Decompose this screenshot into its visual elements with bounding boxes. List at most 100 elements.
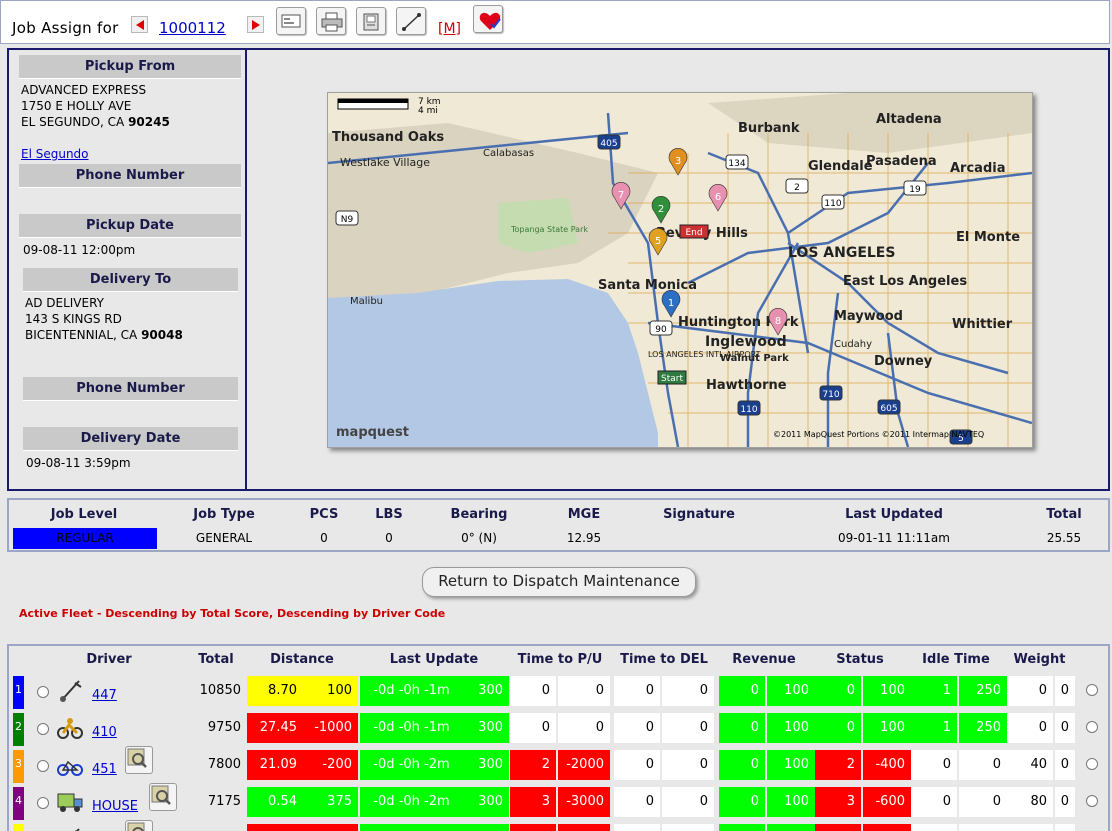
time-to-del-score: 0 bbox=[662, 750, 714, 780]
print-button[interactable] bbox=[316, 7, 346, 35]
idle-time-value: 1 bbox=[911, 713, 957, 743]
highway-shield: 110 bbox=[821, 194, 845, 210]
svg-text:1: 1 bbox=[668, 298, 674, 309]
svg-text:90: 90 bbox=[655, 325, 667, 335]
pickup-street: 1750 E HOLLY AVE bbox=[21, 99, 132, 113]
favorite-button[interactable] bbox=[473, 5, 503, 33]
svg-text:2: 2 bbox=[658, 204, 664, 215]
pickup-city-link[interactable]: El Segundo bbox=[21, 147, 89, 161]
next-job-button[interactable] bbox=[247, 16, 264, 33]
svg-text:405: 405 bbox=[600, 139, 617, 149]
job-number-link[interactable]: 1000112 bbox=[159, 19, 226, 37]
map-place-label: East Los Angeles bbox=[843, 274, 967, 289]
map-place-label: Calabasas bbox=[483, 148, 534, 159]
fleet-row[interactable]: 5448700031.99-1000-0d -0h -1m3002-200000… bbox=[9, 820, 1108, 831]
highway-shield: N9 bbox=[335, 210, 359, 226]
delivery-city: BICENTENNIAL, CA 90048 bbox=[25, 328, 183, 342]
distance-score: 375 bbox=[303, 787, 358, 817]
pickup-phone-heading: Phone Number bbox=[19, 164, 241, 188]
distance-value: 27.45 bbox=[247, 713, 303, 743]
route-line-icon bbox=[402, 13, 421, 31]
fax-button[interactable] bbox=[356, 7, 386, 35]
driver-map-button[interactable] bbox=[125, 820, 153, 831]
weight-value: 0 bbox=[1007, 713, 1053, 743]
map-scale-mi: 4 mi bbox=[418, 106, 438, 116]
map-place-label: Downey bbox=[874, 354, 933, 369]
fleet-row[interactable]: 4 HOUSE 7175 0.54 375 -0d -0h -2m 300 3 -3000 0 0 0… bbox=[9, 783, 1108, 820]
route-map[interactable]: 7 km 4 mi Thousand Oaks Westlake Village C… bbox=[327, 92, 1033, 448]
svg-text:2: 2 bbox=[794, 183, 800, 193]
map-marker[interactable]: End bbox=[679, 224, 709, 239]
highway-shield: 110 bbox=[737, 400, 761, 416]
driver-link[interactable]: 451 bbox=[92, 762, 117, 777]
map-place-label: Whittier bbox=[952, 317, 1013, 332]
revenue-value: 0 bbox=[719, 824, 765, 831]
highway-shield: 710 bbox=[819, 385, 843, 401]
select-driver-radio[interactable] bbox=[37, 760, 49, 772]
card-icon bbox=[281, 14, 301, 28]
idle-time-value: 1 bbox=[911, 676, 957, 706]
select-driver-radio-right[interactable] bbox=[1086, 721, 1098, 733]
bicycle-icon bbox=[57, 753, 83, 777]
select-driver-radio[interactable] bbox=[37, 797, 49, 809]
revenue-score: 100 bbox=[767, 676, 815, 706]
driver-link[interactable]: HOUSE bbox=[92, 799, 138, 814]
route-button[interactable] bbox=[396, 7, 426, 35]
status-score: -600 bbox=[863, 787, 911, 817]
svg-text:Start: Start bbox=[661, 374, 683, 384]
weight-value: 0 bbox=[1007, 824, 1053, 831]
driver-link[interactable]: 410 bbox=[92, 725, 117, 740]
job-level-value: REGULAR bbox=[13, 528, 157, 549]
pickup-heading: Pickup From bbox=[19, 55, 241, 79]
status-value: 2 bbox=[815, 824, 861, 831]
select-driver-radio-right[interactable] bbox=[1086, 795, 1098, 807]
lbs-value: 0 bbox=[385, 531, 393, 545]
distance-score: -1000 bbox=[303, 824, 358, 831]
driver-map-button[interactable] bbox=[125, 746, 153, 774]
time-to-pu-value: 2 bbox=[510, 824, 556, 831]
select-driver-radio[interactable] bbox=[37, 723, 49, 735]
distance-value: 21.09 bbox=[247, 750, 303, 780]
map-place-label: El Monte bbox=[956, 230, 1020, 245]
map-marker[interactable]: Start bbox=[657, 370, 687, 385]
fleet-row[interactable]: 2 410 9750 27.45 -1000 -0d -0h -1m 300 0 0 0 0 0 100… bbox=[9, 713, 1108, 746]
rank-badge: 5 bbox=[13, 824, 24, 831]
status-score: 100 bbox=[863, 676, 911, 706]
select-driver-radio-right[interactable] bbox=[1086, 758, 1098, 770]
delivery-phone-heading: Phone Number bbox=[23, 377, 238, 401]
time-to-pu-score: -3000 bbox=[558, 787, 610, 817]
svg-text:134: 134 bbox=[728, 159, 745, 169]
time-to-del-value: 0 bbox=[614, 750, 660, 780]
highway-shield: 605 bbox=[877, 399, 901, 415]
driver-map-button[interactable] bbox=[149, 783, 177, 811]
highway-shield: 19 bbox=[903, 180, 927, 196]
svg-text:End: End bbox=[685, 228, 702, 238]
map-place-label: Maywood bbox=[834, 309, 903, 324]
select-driver-radio-right[interactable] bbox=[1086, 684, 1098, 696]
weight-score: 0 bbox=[1055, 787, 1075, 817]
highway-shield: 90 bbox=[649, 320, 673, 336]
distance-header: Distance bbox=[270, 652, 334, 667]
status-value: 2 bbox=[815, 750, 861, 780]
card-button[interactable] bbox=[276, 7, 306, 35]
fleet-row[interactable]: 3 451 7800 21.09 -200 -0d -0h -2m 300 2 -2000 0 0 0… bbox=[9, 746, 1108, 783]
delivery-date: 09-08-11 3:59pm bbox=[26, 456, 131, 470]
last-update-score: 300 bbox=[463, 676, 509, 706]
driver-link[interactable]: 447 bbox=[92, 688, 117, 703]
rank-badge: 1 bbox=[13, 676, 24, 709]
m-link[interactable]: [M] bbox=[438, 21, 461, 37]
fleet-row[interactable]: 1 447 10850 8.70 100 -0d -0h -1m 300 0 0 0 0 0 100 0 1… bbox=[9, 676, 1108, 709]
previous-job-button[interactable] bbox=[131, 16, 148, 33]
time-to-del-header: Time to DEL bbox=[620, 652, 708, 667]
select-driver-radio[interactable] bbox=[37, 686, 49, 698]
time-to-del-score: 0 bbox=[662, 787, 714, 817]
arrow-right-icon bbox=[252, 20, 260, 30]
idle-time-value: 0 bbox=[911, 750, 957, 780]
mge-value: 12.95 bbox=[566, 531, 602, 545]
revenue-value: 0 bbox=[719, 713, 765, 743]
last-update-value: -0d -0h -2m bbox=[360, 787, 463, 817]
idle-time-value: 0 bbox=[911, 787, 957, 817]
pcs-value: 0 bbox=[320, 531, 328, 545]
revenue-value: 0 bbox=[719, 750, 765, 780]
return-to-dispatch-button[interactable]: Return to Dispatch Maintenance bbox=[422, 567, 696, 597]
